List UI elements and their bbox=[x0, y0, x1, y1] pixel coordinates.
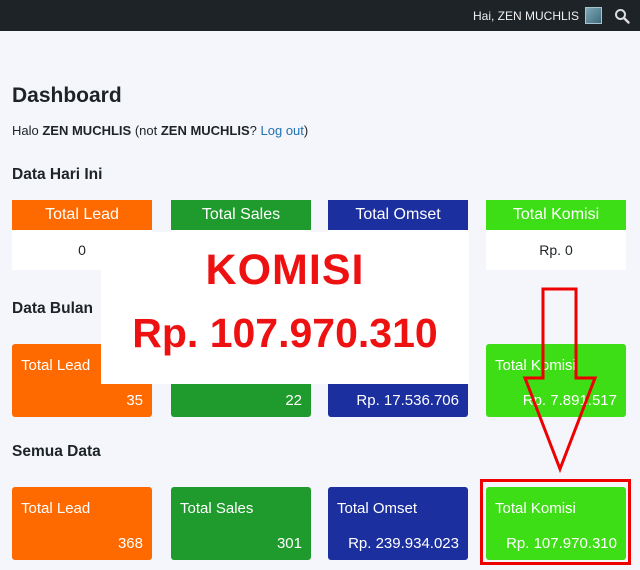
card-label: Total Omset bbox=[328, 200, 468, 230]
card-label: Total Omset bbox=[337, 500, 418, 517]
close-paren: ) bbox=[303, 123, 309, 138]
user-greeting[interactable]: Hai, ZEN MUCHLIS bbox=[473, 9, 579, 23]
card-label: Total Lead bbox=[21, 357, 91, 374]
card-value: 368 bbox=[117, 535, 143, 552]
all-lead-card: Total Lead 368 bbox=[12, 487, 152, 560]
today-komisi-card: Total Komisi Rp. 0 bbox=[486, 200, 626, 270]
not-prefix: (not bbox=[131, 123, 161, 138]
card-label: Total Sales bbox=[180, 500, 254, 517]
card-value: Rp. 0 bbox=[486, 230, 626, 270]
logout-link[interactable]: Log out bbox=[261, 123, 304, 138]
question-mark: ? bbox=[249, 123, 261, 138]
page-title: Dashboard bbox=[12, 84, 122, 107]
greeting-line: Halo ZEN MUCHLIS (not ZEN MUCHLIS? Log o… bbox=[12, 123, 308, 138]
month-komisi-card: Total Komisi Rp. 7.891.517 bbox=[486, 344, 626, 417]
all-omset-card: Total Omset Rp. 239.934.023 bbox=[328, 487, 468, 560]
section-all-title: Semua Data bbox=[12, 443, 101, 460]
card-value: Rp. 7.891.517 bbox=[522, 392, 617, 409]
overlay-amount: Rp. 107.970.310 bbox=[132, 310, 438, 356]
user-name: ZEN MUCHLIS bbox=[42, 123, 132, 138]
user-avatar[interactable] bbox=[585, 7, 602, 24]
card-value: 35 bbox=[126, 392, 143, 409]
hello-prefix: Halo bbox=[12, 123, 43, 138]
all-sales-card: Total Sales 301 bbox=[171, 487, 311, 560]
card-label: Total Komisi bbox=[486, 200, 626, 230]
admin-bar: Hai, ZEN MUCHLIS bbox=[0, 0, 640, 31]
search-icon[interactable] bbox=[614, 8, 630, 24]
section-today-title: Data Hari Ini bbox=[12, 166, 103, 183]
card-value: Rp. 17.536.706 bbox=[356, 392, 459, 409]
komisi-highlight-box bbox=[480, 479, 631, 565]
card-value: Rp. 239.934.023 bbox=[348, 535, 459, 552]
card-label: Total Lead bbox=[12, 200, 152, 230]
card-label: Total Lead bbox=[21, 500, 91, 517]
card-label: Total Sales bbox=[171, 200, 311, 230]
card-value: 301 bbox=[276, 535, 302, 552]
section-month-title: Data Bulan bbox=[12, 300, 93, 317]
user-name-again: ZEN MUCHLIS bbox=[160, 123, 250, 138]
card-label: Total Komisi bbox=[495, 357, 576, 374]
komisi-overlay: KOMISI Rp. 107.970.310 bbox=[101, 232, 469, 384]
card-value: 22 bbox=[285, 392, 302, 409]
overlay-title: KOMISI bbox=[205, 246, 365, 294]
